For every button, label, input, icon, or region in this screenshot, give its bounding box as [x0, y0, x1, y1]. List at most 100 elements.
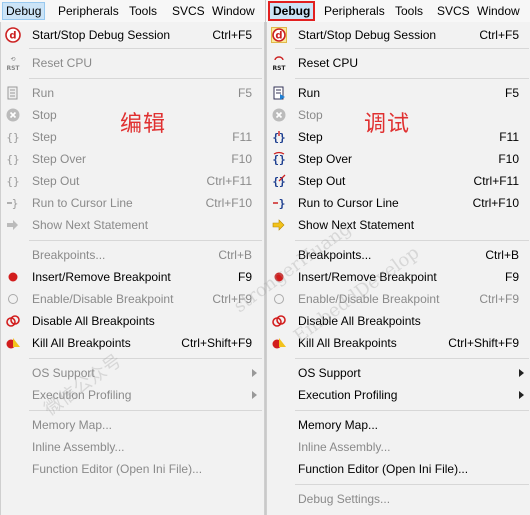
menu-item-insert-remove-breakpoint[interactable]: Insert/Remove Breakpoint F9 [267, 266, 530, 288]
menu-bar: Debug Peripherals Tools SVCS Window [266, 0, 530, 23]
svg-text:RST: RST [6, 65, 20, 71]
menu-item-label: Step [298, 130, 323, 144]
menu-item-label: Inline Assembly... [298, 440, 391, 454]
menu-item-label: Reset CPU [298, 56, 359, 70]
menu-item-label: Breakpoints... [32, 248, 106, 262]
menu-item-disable-all-breakpoints[interactable]: Disable All Breakpoints [267, 310, 530, 332]
menu-item-label: Stop [298, 108, 323, 122]
svg-text:}: } [12, 197, 19, 210]
menu-svcs[interactable]: SVCS [169, 3, 208, 19]
menu-window[interactable]: Window [209, 3, 258, 19]
menu-item-shortcut: Ctrl+F11 [206, 174, 252, 188]
menu-item-step-out[interactable]: {} Step Out Ctrl+F11 [1, 170, 264, 192]
menu-item-run[interactable]: Run F5 [267, 82, 530, 104]
menu-item-inline-assembly[interactable]: Inline Assembly... [1, 436, 264, 458]
menu-item-shortcut: Ctrl+F10 [205, 196, 252, 210]
menu-item-label: Start/Stop Debug Session [32, 28, 171, 42]
svg-text:⟲: ⟲ [10, 56, 15, 63]
separator [29, 240, 262, 241]
menu-debug[interactable]: Debug [268, 1, 316, 21]
menu-item-start-stop-debug[interactable]: d Start/Stop Debug Session Ctrl+F5 [1, 24, 264, 46]
menu-item-os-support[interactable]: OS Support [1, 362, 264, 384]
reset-cpu-icon: RST [271, 55, 287, 71]
menu-tools[interactable]: Tools [126, 3, 160, 19]
menu-item-run[interactable]: Run F5 [1, 82, 264, 104]
menu-item-shortcut: Ctrl+B [485, 248, 519, 262]
menu-item-label: Kill All Breakpoints [32, 336, 131, 350]
menu-item-run-to-cursor[interactable]: } Run to Cursor Line Ctrl+F10 [1, 192, 264, 214]
menu-item-enable-disable-breakpoint[interactable]: Enable/Disable Breakpoint Ctrl+F9 [1, 288, 264, 310]
menu-item-breakpoints[interactable]: Breakpoints... Ctrl+B [1, 244, 264, 266]
menu-item-reset-cpu[interactable]: RST Reset CPU [267, 52, 530, 74]
menu-item-shortcut: F5 [237, 86, 252, 100]
run-icon [271, 85, 287, 101]
menu-item-step-over[interactable]: {} Step Over F10 [267, 148, 530, 170]
screenshot: Debug Peripherals Tools SVCS Window d St… [0, 0, 530, 515]
menu-item-debug-settings[interactable]: Debug Settings... [267, 488, 530, 510]
disable-all-breakpoints-icon [5, 313, 21, 329]
menu-peripherals[interactable]: Peripherals [321, 3, 388, 19]
menu-item-label: Step [32, 130, 57, 144]
menu-item-os-support[interactable]: OS Support [267, 362, 530, 384]
menu-item-kill-all-breakpoints[interactable]: Kill All Breakpoints Ctrl+Shift+F9 [1, 332, 264, 354]
menu-debug[interactable]: Debug [2, 2, 46, 20]
menu-item-shortcut: Ctrl+Shift+F9 [181, 336, 252, 350]
stop-icon [271, 107, 287, 123]
menu-item-shortcut: F10 [498, 152, 519, 166]
menu-window[interactable]: Window [474, 3, 523, 19]
menu-item-label: Run [298, 86, 321, 100]
separator [295, 358, 529, 359]
menu-item-label: Insert/Remove Breakpoint [32, 270, 171, 284]
menu-item-memory-map[interactable]: Memory Map... [1, 414, 264, 436]
menu-item-function-editor[interactable]: Function Editor (Open Ini File)... [267, 458, 530, 480]
svg-text:d: d [9, 31, 16, 42]
menu-item-label: Step Over [298, 152, 353, 166]
menu-item-label: Reset CPU [32, 56, 93, 70]
step-out-icon: {} [271, 173, 287, 189]
separator [295, 484, 529, 485]
separator [29, 48, 262, 49]
menu-item-execution-profiling[interactable]: Execution Profiling [1, 384, 264, 406]
menu-item-enable-disable-breakpoint[interactable]: Enable/Disable Breakpoint Ctrl+F9 [267, 288, 530, 310]
menu-item-label: Disable All Breakpoints [32, 314, 155, 328]
menu-item-label: Stop [32, 108, 57, 122]
enable-breakpoint-icon [5, 291, 21, 307]
menu-item-shortcut: F11 [499, 130, 519, 144]
menu-item-run-to-cursor[interactable]: } Run to Cursor Line Ctrl+F10 [267, 192, 530, 214]
menu-item-shortcut: Ctrl+F10 [472, 196, 519, 210]
menu-item-memory-map[interactable]: Memory Map... [267, 414, 530, 436]
menu-peripherals[interactable]: Peripherals [55, 3, 122, 19]
menu-item-step-out[interactable]: {} Step Out Ctrl+F11 [267, 170, 530, 192]
menu-item-shortcut: F9 [237, 270, 252, 284]
right-panel: Debug Peripherals Tools SVCS Window d St… [265, 0, 530, 515]
breakpoint-icon [5, 269, 21, 285]
menu-svcs[interactable]: SVCS [434, 3, 473, 19]
menu-item-show-next-statement[interactable]: Show Next Statement [1, 214, 264, 236]
menu-item-insert-remove-breakpoint[interactable]: Insert/Remove Breakpoint F9 [1, 266, 264, 288]
menu-item-shortcut: Ctrl+F9 [212, 292, 252, 306]
menu-item-shortcut: Ctrl+F11 [473, 174, 519, 188]
menu-tools[interactable]: Tools [392, 3, 426, 19]
step-over-icon: {} [271, 151, 287, 167]
separator [295, 240, 529, 241]
menu-item-disable-all-breakpoints[interactable]: Disable All Breakpoints [1, 310, 264, 332]
menu-item-label: Insert/Remove Breakpoint [298, 270, 437, 284]
svg-text:{}: {} [6, 175, 19, 188]
menu-item-start-stop-debug[interactable]: d Start/Stop Debug Session Ctrl+F5 [267, 24, 530, 46]
menu-item-breakpoints[interactable]: Breakpoints... Ctrl+B [267, 244, 530, 266]
menu-item-show-next-statement[interactable]: Show Next Statement [267, 214, 530, 236]
menu-item-label: OS Support [298, 366, 361, 380]
menu-item-reset-cpu[interactable]: ⟲ RST Reset CPU [1, 52, 264, 74]
menu-item-inline-assembly[interactable]: Inline Assembly... [267, 436, 530, 458]
menu-item-label: Breakpoints... [298, 248, 372, 262]
menu-item-label: Show Next Statement [298, 218, 415, 232]
run-to-cursor-icon: } [271, 195, 287, 211]
menu-item-label: Enable/Disable Breakpoint [298, 292, 440, 306]
separator [295, 410, 529, 411]
menu-item-shortcut: F10 [231, 152, 252, 166]
menu-item-function-editor[interactable]: Function Editor (Open Ini File)... [1, 458, 264, 480]
menu-item-step-over[interactable]: {} Step Over F10 [1, 148, 264, 170]
menu-item-execution-profiling[interactable]: Execution Profiling [267, 384, 530, 406]
menu-item-kill-all-breakpoints[interactable]: Kill All Breakpoints Ctrl+Shift+F9 [267, 332, 530, 354]
menu-item-label: Show Next Statement [32, 218, 149, 232]
